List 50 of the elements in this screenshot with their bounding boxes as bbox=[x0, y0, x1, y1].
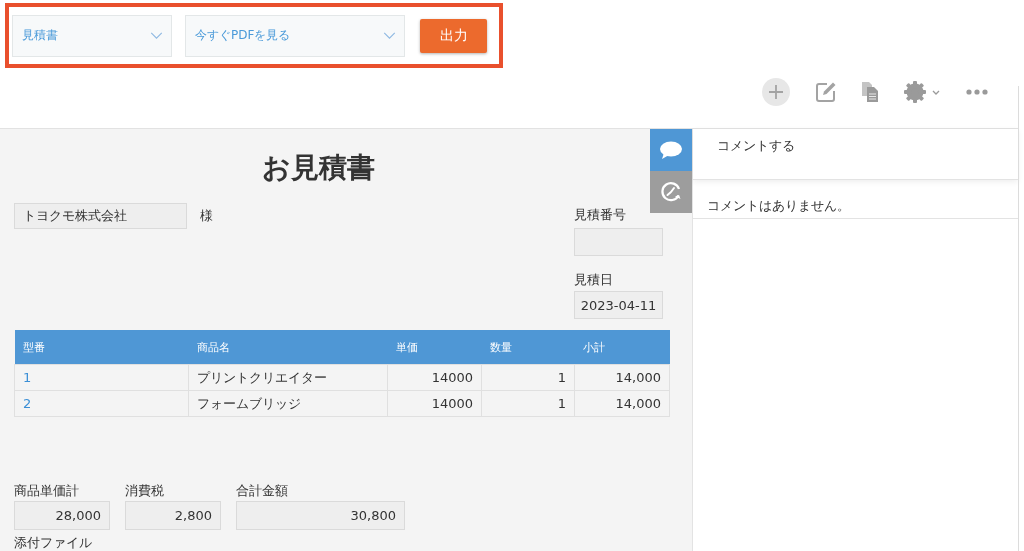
table-cell: プリントクリエイター bbox=[188, 364, 388, 391]
record-link[interactable]: 2 bbox=[23, 396, 32, 411]
chevron-icon bbox=[383, 32, 396, 39]
field-label: 添付ファイル bbox=[14, 536, 92, 550]
table-cell: 1 bbox=[481, 390, 575, 417]
field-label: 合計金額 bbox=[236, 483, 288, 499]
record-link[interactable]: 1 bbox=[23, 370, 32, 385]
duplicate-button[interactable] bbox=[862, 82, 878, 102]
table-cell: 14,000 bbox=[574, 364, 670, 391]
customer-field: トヨクモ株式会社 bbox=[14, 203, 187, 229]
table-cell: 14000 bbox=[387, 390, 482, 417]
field-label: 消費税 bbox=[125, 483, 164, 499]
comments-tab[interactable] bbox=[650, 129, 692, 171]
amount-field: 30,800 bbox=[236, 501, 405, 530]
empty-comments-message: コメントはありません。 bbox=[707, 198, 850, 213]
field-label: 見積日 bbox=[574, 272, 613, 288]
honorific-label: 様 bbox=[200, 207, 213, 225]
add-button[interactable] bbox=[762, 78, 790, 106]
quote-date-field: 2023-04-11 bbox=[574, 291, 663, 319]
template-select[interactable]: 見積書 bbox=[12, 14, 172, 57]
speech-bubble-icon bbox=[660, 141, 682, 159]
edit-button[interactable] bbox=[816, 82, 836, 102]
table-cell: 14,000 bbox=[574, 390, 670, 417]
table-cell: フォームブリッジ bbox=[188, 390, 388, 417]
column-header: 小計 bbox=[574, 330, 670, 365]
action-select[interactable]: 今すぐPDFを見る bbox=[185, 14, 405, 57]
table-cell: 1 bbox=[481, 364, 575, 391]
column-header: 商品名 bbox=[188, 330, 388, 365]
amount-field: 28,000 bbox=[14, 501, 110, 530]
plus-icon bbox=[762, 78, 790, 106]
column-header: 数量 bbox=[481, 330, 575, 365]
comment-field[interactable]: コメントする bbox=[693, 129, 1018, 180]
edit-icon bbox=[816, 82, 836, 102]
settings-icon bbox=[904, 81, 926, 103]
column-header: 型番 bbox=[14, 330, 189, 365]
settings-button[interactable] bbox=[904, 81, 940, 103]
document-title: お見積書 bbox=[260, 151, 376, 185]
more-button[interactable] bbox=[966, 89, 988, 95]
field-label: 見積番号 bbox=[574, 207, 626, 223]
amount-field: 2,800 bbox=[125, 501, 221, 530]
history-tab[interactable] bbox=[650, 171, 692, 213]
documents-icon bbox=[862, 82, 878, 102]
table-cell: 14000 bbox=[387, 364, 482, 391]
chevron-icon bbox=[150, 32, 163, 39]
history-icon bbox=[660, 181, 682, 203]
field-label: 商品単価計 bbox=[14, 483, 79, 499]
chevron-icon bbox=[932, 89, 940, 95]
column-header: 単価 bbox=[387, 330, 482, 365]
more-icon bbox=[966, 89, 988, 95]
output-button[interactable]: 出力 bbox=[420, 18, 487, 53]
